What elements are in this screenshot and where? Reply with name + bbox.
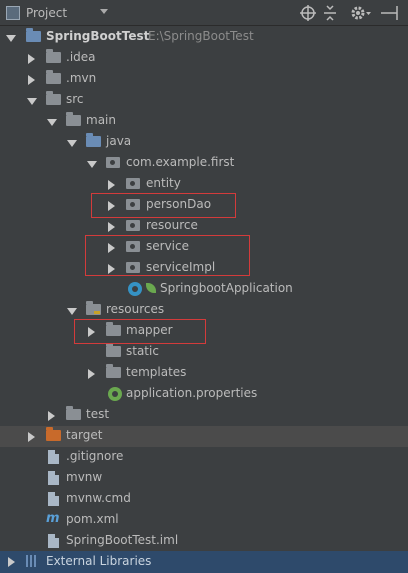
- tree-item-application-properties[interactable]: application.properties: [0, 384, 408, 405]
- hide-panel-icon[interactable]: [380, 4, 398, 22]
- tree-item-label: com.example.first: [126, 155, 235, 169]
- tree-item-java[interactable]: java: [0, 132, 408, 153]
- tree-item-pom-xml[interactable]: m pom.xml: [0, 510, 408, 531]
- highlight-box-persondao: [91, 193, 236, 218]
- tree-item-main[interactable]: main: [0, 111, 408, 132]
- tree-item-springboottest[interactable]: SpringBootTest E:\SpringBootTest: [0, 27, 408, 48]
- file-icon: [48, 450, 59, 464]
- expand-arrow-icon[interactable]: [67, 308, 77, 315]
- folder-icon: [46, 91, 61, 105]
- expand-arrow-icon[interactable]: [27, 98, 37, 105]
- folder-icon: [46, 49, 61, 63]
- project-toolbar: Project: [0, 0, 408, 26]
- folder-icon: [106, 343, 121, 357]
- tree-item-resources[interactable]: resources: [0, 300, 408, 321]
- tree-item-target[interactable]: target: [0, 426, 408, 447]
- collapsed-arrow-icon[interactable]: [108, 180, 115, 190]
- gear-icon[interactable]: [350, 4, 372, 22]
- collapsed-arrow-icon[interactable]: [28, 54, 35, 64]
- tree-item-label: templates: [126, 365, 187, 379]
- expand-arrow-icon[interactable]: [47, 119, 57, 126]
- maven-icon: m: [46, 511, 60, 526]
- tree-item-idea[interactable]: .idea: [0, 48, 408, 69]
- file-icon: [48, 534, 59, 548]
- file-icon: [48, 492, 59, 506]
- tree-item-entity[interactable]: entity: [0, 174, 408, 195]
- tree-item-label: SpringBootTest: [46, 29, 150, 43]
- tree-item-label: mvnw.cmd: [66, 491, 131, 505]
- collapsed-arrow-icon[interactable]: [28, 432, 35, 442]
- tree-item-label: SpringbootApplication: [160, 281, 293, 295]
- expand-arrow-icon[interactable]: [87, 161, 97, 168]
- tree-item-templates[interactable]: templates: [0, 363, 408, 384]
- tree-item-label: .mvn: [66, 71, 97, 85]
- tree-item-springboottest-iml[interactable]: SpringBootTest.iml: [0, 531, 408, 552]
- module-folder-icon: [26, 28, 41, 42]
- tree-item-label: entity: [146, 176, 181, 190]
- tree-item-static[interactable]: static: [0, 342, 408, 363]
- tree-item-label: SpringBootTest.iml: [66, 533, 179, 547]
- expand-arrow-icon[interactable]: [67, 140, 77, 147]
- tree-item-com-example-first[interactable]: com.example.first: [0, 153, 408, 174]
- collapsed-arrow-icon[interactable]: [28, 75, 35, 85]
- tree-item-label: static: [126, 344, 159, 358]
- spring-boot-class-icon: [128, 282, 142, 296]
- tree-item-label: java: [106, 134, 132, 148]
- tree-item-mvn[interactable]: .mvn: [0, 69, 408, 90]
- tree-item-label: src: [66, 92, 84, 106]
- tree-item-label: main: [86, 113, 116, 127]
- highlight-box-mapper: [74, 319, 206, 344]
- tree-item-external-libraries[interactable]: External Libraries: [0, 551, 408, 573]
- collapsed-arrow-icon[interactable]: [8, 557, 15, 567]
- collapsed-arrow-icon[interactable]: [48, 411, 55, 421]
- tree-item-label: mvnw: [66, 470, 103, 484]
- highlight-box-service-serviceimpl: [85, 235, 250, 276]
- tree-item-mvnw-cmd[interactable]: mvnw.cmd: [0, 489, 408, 510]
- expand-arrow-icon[interactable]: [6, 35, 16, 42]
- project-icon: [6, 6, 20, 20]
- tree-item-resource[interactable]: resource: [0, 216, 408, 237]
- file-icon: [48, 471, 59, 485]
- tree-item-label: application.properties: [126, 386, 258, 400]
- folder-icon: [106, 364, 121, 378]
- tree-item-src[interactable]: src: [0, 90, 408, 111]
- tree-item-label: resources: [106, 302, 165, 316]
- locate-icon[interactable]: [300, 4, 316, 22]
- tree-item-springbootapplication[interactable]: SpringbootApplication: [0, 279, 408, 300]
- folder-icon: [66, 406, 81, 420]
- collapsed-arrow-icon[interactable]: [108, 222, 115, 232]
- tree-item-label: resource: [146, 218, 198, 232]
- tree-item-label: External Libraries: [46, 554, 152, 568]
- package-icon: [106, 157, 120, 168]
- folder-icon: [66, 112, 81, 126]
- tree-item-path: E:\SpringBootTest: [148, 29, 254, 43]
- dropdown-caret-icon[interactable]: [100, 9, 108, 14]
- spring-properties-icon: [108, 387, 122, 401]
- tree-item-label: pom.xml: [66, 512, 119, 526]
- resources-folder-icon: [86, 301, 101, 315]
- collapse-all-icon[interactable]: [322, 4, 338, 22]
- spring-leaf-icon: [146, 283, 156, 293]
- tree-item-gitignore[interactable]: .gitignore: [0, 447, 408, 468]
- tree-item-label: test: [86, 407, 110, 421]
- package-icon: [126, 178, 140, 189]
- library-icon: [26, 555, 40, 567]
- tree-item-label: .gitignore: [66, 449, 124, 463]
- excluded-folder-icon: [46, 427, 61, 441]
- tree-item-test[interactable]: test: [0, 405, 408, 426]
- folder-icon: [46, 70, 61, 84]
- project-view-title: Project: [26, 6, 68, 20]
- package-icon: [126, 220, 140, 231]
- tree-item-mvnw[interactable]: mvnw: [0, 468, 408, 489]
- collapsed-arrow-icon[interactable]: [88, 369, 95, 379]
- source-folder-icon: [86, 133, 101, 147]
- project-view-selector[interactable]: Project: [6, 5, 67, 21]
- tree-item-label: target: [66, 428, 103, 442]
- tree-item-label: .idea: [66, 50, 96, 64]
